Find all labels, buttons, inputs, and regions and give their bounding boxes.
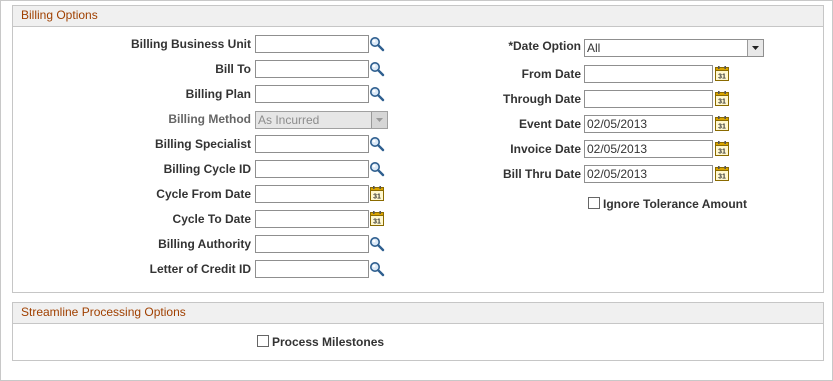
ignore-tolerance-label: Ignore Tolerance Amount xyxy=(603,197,748,211)
billing-business-unit-input[interactable] xyxy=(255,35,369,53)
bill-thru-date-label: Bill Thru Date xyxy=(502,167,581,181)
process-milestones-checkbox[interactable] xyxy=(257,335,269,347)
billing-cycle-id-label: Billing Cycle ID xyxy=(163,162,251,176)
date-option-label: *Date Option xyxy=(508,39,581,53)
invoice-date-calendar-icon[interactable] xyxy=(715,141,729,156)
date-option-value: All xyxy=(587,41,601,55)
from-date-calendar-icon[interactable] xyxy=(715,66,729,81)
bill-thru-date-input[interactable]: 02/05/2013 xyxy=(584,165,713,183)
billing-plan-input[interactable] xyxy=(255,85,369,103)
dropdown-arrow[interactable] xyxy=(747,40,763,56)
billing-method-select: As Incurred xyxy=(255,111,388,129)
streamline-header: Streamline Processing Options xyxy=(13,303,823,324)
event-date-calendar-icon[interactable] xyxy=(715,116,729,131)
bill-thru-date-calendar-icon[interactable] xyxy=(715,166,729,181)
page-container: Billing Options Billing Business Unit Bil… xyxy=(0,0,833,381)
through-date-input[interactable] xyxy=(584,90,713,108)
process-milestones-label: Process Milestones xyxy=(272,335,385,349)
bill-to-label: Bill To xyxy=(215,62,251,76)
cycle-from-date-input[interactable] xyxy=(255,185,369,203)
billing-method-label: Billing Method xyxy=(168,112,251,126)
invoice-date-input[interactable]: 02/05/2013 xyxy=(584,140,713,158)
cycle-from-date-calendar-icon[interactable] xyxy=(370,186,384,201)
letter-of-credit-id-label: Letter of Credit ID xyxy=(149,262,251,276)
billing-cycle-id-lookup-icon[interactable] xyxy=(369,161,385,177)
billing-plan-label: Billing Plan xyxy=(185,87,251,101)
bill-to-lookup-icon[interactable] xyxy=(369,61,385,77)
billing-authority-input[interactable] xyxy=(255,235,369,253)
billing-options-header: Billing Options xyxy=(13,6,823,27)
invoice-date-label: Invoice Date xyxy=(510,142,581,156)
from-date-input[interactable] xyxy=(584,65,713,83)
streamline-group: Streamline Processing Options xyxy=(12,302,824,361)
billing-authority-label: Billing Authority xyxy=(158,237,251,251)
date-option-select[interactable]: All xyxy=(584,39,764,57)
bill-to-input[interactable] xyxy=(255,60,369,78)
billing-specialist-label: Billing Specialist xyxy=(154,137,251,151)
billing-specialist-input[interactable] xyxy=(255,135,369,153)
cycle-to-date-input[interactable] xyxy=(255,210,369,228)
through-date-calendar-icon[interactable] xyxy=(715,91,729,106)
through-date-label: Through Date xyxy=(503,92,581,106)
cycle-from-date-label: Cycle From Date xyxy=(156,187,251,201)
event-date-input[interactable]: 02/05/2013 xyxy=(584,115,713,133)
letter-of-credit-id-input[interactable] xyxy=(255,260,369,278)
dropdown-arrow xyxy=(371,112,387,128)
billing-business-unit-label: Billing Business Unit xyxy=(130,37,251,51)
billing-plan-lookup-icon[interactable] xyxy=(369,86,385,102)
cycle-to-date-calendar-icon[interactable] xyxy=(370,211,384,226)
billing-method-value: As Incurred xyxy=(258,113,320,127)
billing-business-unit-lookup-icon[interactable] xyxy=(369,36,385,52)
cycle-to-date-label: Cycle To Date xyxy=(172,212,251,226)
chevron-down-icon xyxy=(376,118,383,122)
billing-authority-lookup-icon[interactable] xyxy=(369,236,385,252)
event-date-label: Event Date xyxy=(518,117,581,131)
chevron-down-icon xyxy=(752,46,759,50)
ignore-tolerance-checkbox[interactable] xyxy=(588,197,600,209)
billing-cycle-id-input[interactable] xyxy=(255,160,369,178)
from-date-label: From Date xyxy=(521,67,581,81)
letter-of-credit-id-lookup-icon[interactable] xyxy=(369,261,385,277)
billing-specialist-lookup-icon[interactable] xyxy=(369,136,385,152)
